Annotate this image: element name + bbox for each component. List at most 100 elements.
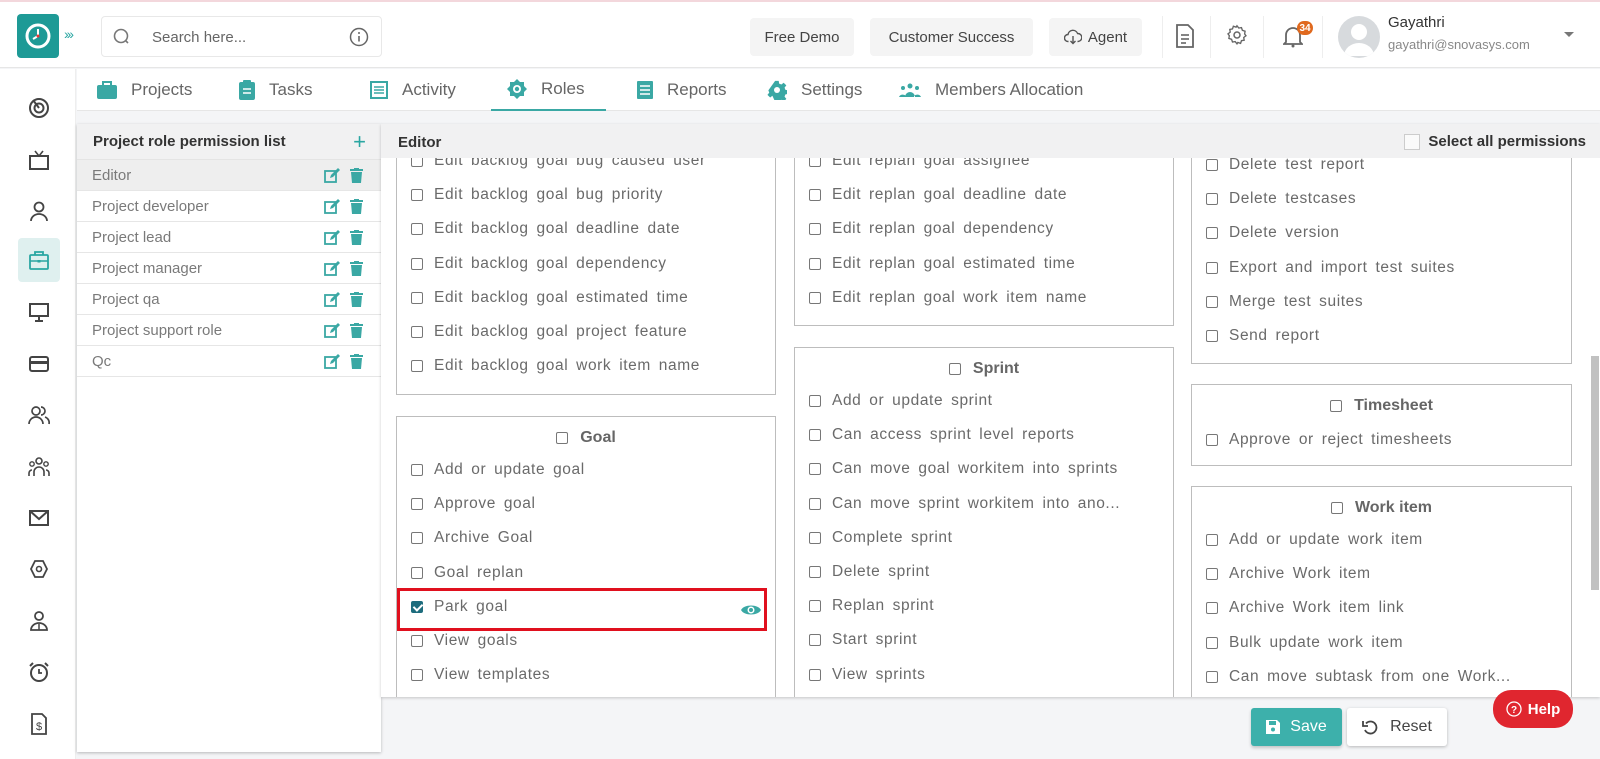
sidebar-item-dashboard[interactable] xyxy=(18,87,60,129)
sidebar-item-monitor[interactable] xyxy=(18,291,60,333)
permission-item[interactable]: Send report xyxy=(1206,327,1320,345)
role-list-item[interactable]: Editor xyxy=(77,160,381,191)
permission-checkbox[interactable] xyxy=(809,395,821,407)
permission-item[interactable]: Can access sprint level reports xyxy=(809,426,1075,444)
permission-checkbox[interactable] xyxy=(411,635,423,647)
trash-icon[interactable] xyxy=(350,322,363,338)
permission-item[interactable]: Edit replan goal dependency xyxy=(809,220,1054,238)
permission-checkbox[interactable] xyxy=(809,223,821,236)
permission-checkbox[interactable] xyxy=(809,566,821,578)
edit-icon[interactable] xyxy=(324,353,340,369)
sidebar-item-projects[interactable] xyxy=(18,238,60,282)
permission-item[interactable]: Can move sprint workitem into ano... xyxy=(809,495,1120,513)
permission-item[interactable]: Edit replan goal estimated time xyxy=(809,255,1075,273)
edit-icon[interactable] xyxy=(324,167,340,183)
sidebar-item-users[interactable] xyxy=(18,394,60,436)
role-list-item[interactable]: Project manager xyxy=(77,253,381,284)
search-input[interactable] xyxy=(152,25,332,49)
scrollbar-thumb[interactable] xyxy=(1591,356,1599,590)
permission-item[interactable]: Complete sprint xyxy=(809,529,953,547)
help-button[interactable]: ? Help xyxy=(1493,690,1573,728)
permission-checkbox[interactable] xyxy=(411,566,423,579)
permission-checkbox[interactable] xyxy=(809,189,821,202)
customer-success-button[interactable]: Customer Success xyxy=(870,18,1033,56)
edit-icon[interactable] xyxy=(324,291,340,307)
permission-item[interactable]: Edit backlog goal dependency xyxy=(411,255,667,273)
permission-checkbox[interactable] xyxy=(809,600,821,613)
permission-item[interactable]: Archive Work item xyxy=(1206,565,1371,583)
permission-item[interactable]: Export and import test suites xyxy=(1206,259,1455,277)
group-checkbox[interactable] xyxy=(1330,400,1343,412)
permission-item[interactable]: Add or update goal xyxy=(411,461,585,479)
permission-item[interactable]: Bulk update work item xyxy=(1206,634,1403,652)
permission-checkbox[interactable] xyxy=(809,497,821,510)
role-list-item[interactable]: Project lead xyxy=(77,222,381,253)
role-list-item[interactable]: Project developer xyxy=(77,191,381,222)
permission-checkbox[interactable] xyxy=(809,257,821,270)
permission-item[interactable]: Edit replan goal work item name xyxy=(809,289,1087,307)
tab-members-allocation[interactable]: Members Allocation xyxy=(899,69,1083,111)
role-list-item[interactable]: Project support role xyxy=(77,315,381,346)
permission-item[interactable]: Approve goal xyxy=(411,495,536,513)
permission-item[interactable]: Delete testcases xyxy=(1206,190,1356,208)
permission-item[interactable]: Delete version xyxy=(1206,224,1339,242)
permission-checkbox[interactable] xyxy=(1206,159,1218,171)
permission-checkbox[interactable] xyxy=(809,634,821,647)
sidebar-item-billing[interactable] xyxy=(18,343,60,385)
permission-checkbox[interactable] xyxy=(411,669,423,682)
permission-item[interactable]: Start sprint xyxy=(809,631,917,649)
permission-item[interactable]: Edit replan goal deadline date xyxy=(809,186,1067,204)
permission-checkbox[interactable] xyxy=(1206,534,1218,546)
permission-checkbox[interactable] xyxy=(411,532,423,545)
permission-item[interactable]: View templates xyxy=(411,666,550,684)
permission-checkbox[interactable] xyxy=(411,189,423,202)
trash-icon[interactable] xyxy=(350,260,363,276)
permission-checkbox[interactable] xyxy=(411,223,423,236)
permission-checkbox[interactable] xyxy=(809,463,821,476)
permission-checkbox[interactable] xyxy=(1206,193,1218,206)
permission-item[interactable]: View goals xyxy=(411,632,518,650)
permission-item[interactable]: Edit backlog goal estimated time xyxy=(411,289,688,307)
user-avatar[interactable] xyxy=(1338,16,1380,58)
group-checkbox[interactable] xyxy=(556,432,569,444)
permission-checkbox[interactable] xyxy=(1206,261,1218,274)
permission-item[interactable]: Archive Goal xyxy=(411,529,533,547)
permission-checkbox[interactable] xyxy=(411,326,423,338)
permission-checkbox[interactable] xyxy=(809,531,821,544)
app-logo[interactable] xyxy=(17,14,59,58)
permission-checkbox[interactable] xyxy=(411,291,423,304)
permission-item[interactable]: Can move subtask from one Work... xyxy=(1206,668,1511,686)
edit-icon[interactable] xyxy=(324,260,340,276)
permission-item[interactable]: Approve or reject timesheets xyxy=(1206,431,1452,449)
permission-checkbox[interactable] xyxy=(411,360,423,373)
sidebar-item-alarm[interactable] xyxy=(18,651,60,693)
permission-item[interactable]: Add or update work item xyxy=(1206,531,1423,549)
permission-item[interactable]: View sprints xyxy=(809,666,925,684)
permission-item[interactable]: Delete test report xyxy=(1206,156,1365,174)
permission-checkbox[interactable] xyxy=(411,257,423,270)
group-checkbox[interactable] xyxy=(948,363,961,375)
permission-checkbox[interactable] xyxy=(1206,568,1218,581)
permission-checkbox[interactable] xyxy=(1206,670,1218,683)
agent-button[interactable]: Agent xyxy=(1049,18,1142,56)
document-icon[interactable] xyxy=(1175,24,1195,48)
permission-item[interactable]: Replan sprint xyxy=(809,597,934,615)
eye-icon[interactable] xyxy=(741,603,761,617)
role-list-item[interactable]: Project qa xyxy=(77,284,381,315)
permission-checkbox[interactable] xyxy=(1206,434,1218,446)
permission-item[interactable]: Edit backlog goal project feature xyxy=(411,323,687,341)
permission-item[interactable]: Edit backlog goal work item name xyxy=(411,357,700,375)
free-demo-button[interactable]: Free Demo xyxy=(750,18,854,56)
sidebar-item-mail[interactable] xyxy=(18,497,60,539)
permission-checkbox[interactable] xyxy=(1206,330,1218,342)
tab-reports[interactable]: Reports xyxy=(637,69,727,111)
permission-item[interactable]: Can move goal workitem into sprints xyxy=(809,460,1118,478)
permission-item[interactable]: Edit backlog goal bug priority xyxy=(411,186,663,204)
settings-gear-icon[interactable] xyxy=(1226,24,1248,46)
reset-button[interactable]: Reset xyxy=(1347,708,1447,746)
trash-icon[interactable] xyxy=(350,167,363,183)
permission-item[interactable]: Add or update sprint xyxy=(809,392,993,410)
tab-projects[interactable]: Projects xyxy=(97,69,192,111)
trash-icon[interactable] xyxy=(350,291,363,307)
sidebar-item-invoice[interactable]: $ xyxy=(18,703,60,745)
